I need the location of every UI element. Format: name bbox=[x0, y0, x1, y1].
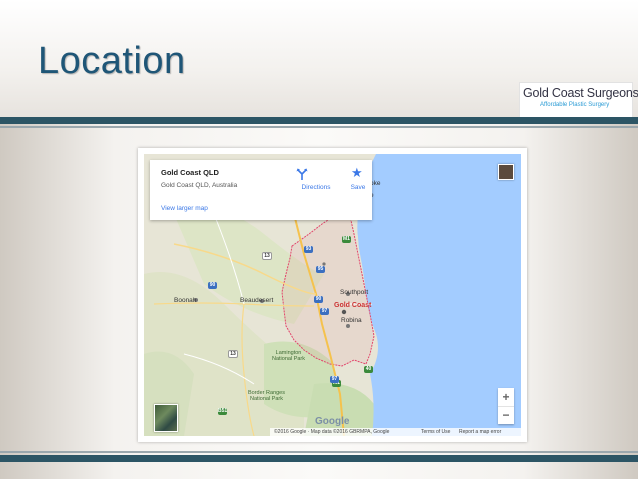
road-shield-97b: 97 bbox=[330, 376, 339, 383]
zoom-in-button[interactable]: + bbox=[498, 388, 514, 407]
google-logo: Google bbox=[315, 416, 350, 427]
map-footer: ©2016 Google · Map data ©2016 GBRMPA, Go… bbox=[270, 428, 521, 436]
road-shield-b51: B51 bbox=[218, 408, 228, 415]
road-shield-m1: M1 bbox=[342, 236, 351, 243]
terms-of-use-link[interactable]: Terms of Use bbox=[421, 428, 450, 436]
place-info-card: Gold Coast QLD Gold Coast QLD, Australia… bbox=[150, 160, 372, 220]
map-label-beaudesert: Beaudesert bbox=[240, 297, 274, 304]
map-label-southport: Southport bbox=[340, 289, 369, 296]
bottom-divider bbox=[0, 455, 638, 462]
road-shield-93: 93 bbox=[304, 246, 313, 253]
map-label-gold-coast: Gold Coast bbox=[334, 302, 372, 309]
directions-button[interactable]: Directions bbox=[296, 168, 336, 194]
logo-tagline: Affordable Plastic Surgery bbox=[540, 102, 610, 108]
zoom-out-button[interactable]: − bbox=[498, 406, 514, 424]
top-divider bbox=[0, 117, 638, 124]
road-shield-97: 97 bbox=[320, 308, 329, 315]
directions-label: Directions bbox=[301, 184, 331, 191]
bottom-divider-thin bbox=[0, 451, 638, 453]
place-address: Gold Coast QLD, Australia bbox=[161, 182, 238, 189]
map-attribution: ©2016 Google · Map data ©2016 GBRMPA, Go… bbox=[274, 429, 390, 435]
road-shield-13b: 13 bbox=[228, 350, 238, 358]
map-canvas[interactable]: oke e Southport Gold Coast Robina Boonah… bbox=[144, 154, 521, 436]
save-label: Save bbox=[350, 184, 366, 191]
logo-name: Gold Coast Surgeons bbox=[523, 86, 638, 100]
road-shield-95: 95 bbox=[316, 266, 325, 273]
report-map-error-link[interactable]: Report a map error bbox=[459, 428, 501, 436]
road-shield-90b: 90 bbox=[314, 296, 323, 303]
road-shield-40: 40 bbox=[364, 366, 373, 373]
satellite-toggle[interactable] bbox=[154, 404, 178, 432]
zoom-control: + − bbox=[498, 388, 514, 424]
map-label-boonah: Boonah bbox=[174, 297, 197, 304]
save-button[interactable]: ★ Save bbox=[346, 165, 370, 194]
top-divider-thin bbox=[0, 126, 638, 128]
road-shield-13: 13 bbox=[262, 252, 272, 260]
place-name: Gold Coast QLD bbox=[161, 168, 219, 177]
map-label-border-ranges: Border Ranges National Park bbox=[248, 390, 285, 402]
company-logo: Gold Coast Surgeons Affordable Plastic S… bbox=[519, 82, 638, 120]
slide-title: Location bbox=[38, 40, 186, 82]
user-avatar[interactable] bbox=[498, 164, 514, 180]
map-label-lamington: Lamington National Park bbox=[272, 350, 306, 362]
view-larger-map-link[interactable]: View larger map bbox=[161, 205, 208, 212]
map-label-robina: Robina bbox=[341, 317, 362, 324]
directions-icon bbox=[296, 168, 308, 180]
road-shield-90: 90 bbox=[208, 282, 217, 289]
map-embed-frame: oke e Southport Gold Coast Robina Boonah… bbox=[138, 148, 527, 442]
star-icon: ★ bbox=[351, 165, 363, 180]
